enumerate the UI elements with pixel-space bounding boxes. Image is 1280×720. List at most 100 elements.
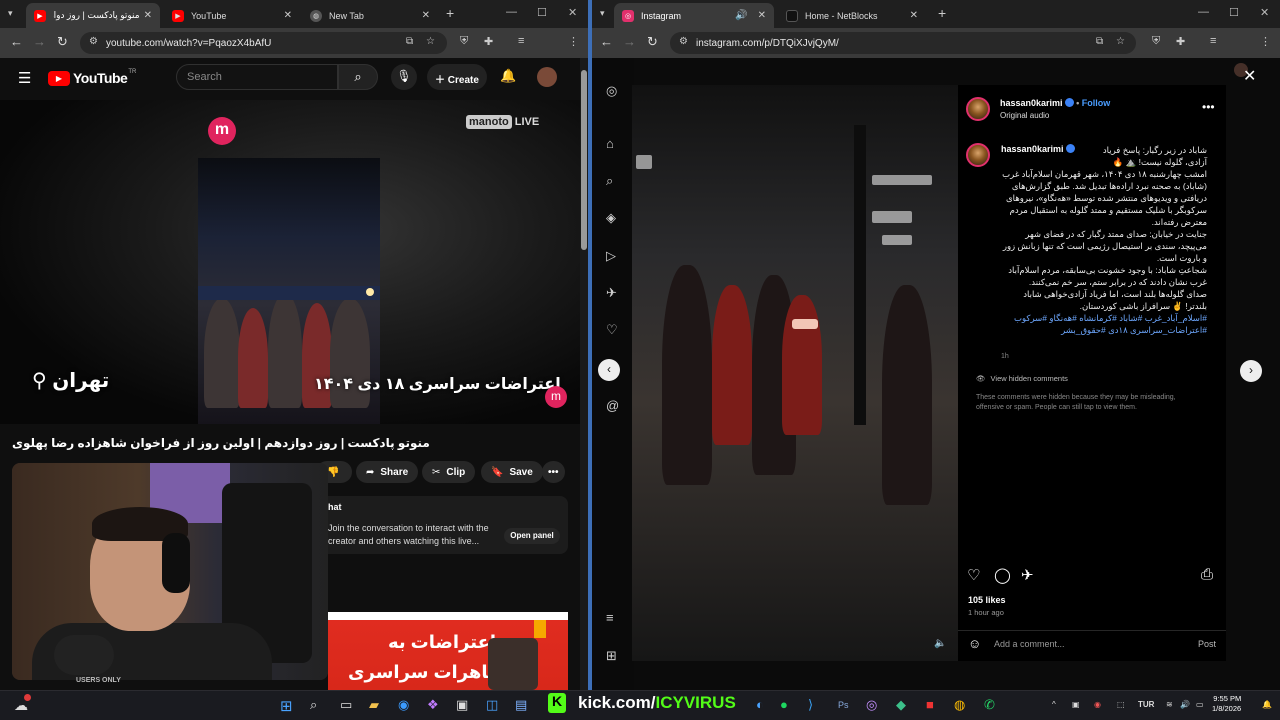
- file-explorer-icon[interactable]: ▰: [369, 697, 379, 713]
- minimize-icon[interactable]: —: [1198, 6, 1209, 18]
- maximize-icon[interactable]: ☐: [537, 6, 547, 19]
- voice-search-button[interactable]: 🎙: [391, 64, 417, 90]
- close-modal-icon[interactable]: ✕: [1243, 66, 1256, 86]
- close-tab-icon[interactable]: ✕: [284, 10, 292, 21]
- site-info-icon[interactable]: ⚙: [89, 36, 98, 47]
- tray-app-icon[interactable]: ▣: [1072, 700, 1080, 709]
- media-icon[interactable]: ≡: [1210, 35, 1216, 47]
- comment-input[interactable]: Add a comment...: [994, 639, 1065, 649]
- post-video[interactable]: [632, 85, 958, 661]
- address-bar[interactable]: ⚙ youtube.com/watch?v=PqaozX4bAfU ⧉ ☆: [80, 32, 447, 54]
- more-options-icon[interactable]: •••: [1202, 100, 1215, 114]
- obs-icon[interactable]: ◎: [866, 697, 877, 713]
- search-button[interactable]: ⌕: [338, 64, 378, 90]
- account-avatar[interactable]: [537, 67, 557, 87]
- more-menu-icon[interactable]: ⋮: [1260, 35, 1271, 48]
- like-heart-icon[interactable]: ♡: [967, 566, 980, 584]
- more-menu-icon[interactable]: ⋮: [568, 35, 579, 48]
- notification-center-icon[interactable]: 🔔: [1262, 700, 1272, 709]
- tab-menu-icon[interactable]: ▾: [8, 8, 13, 19]
- notifications-bell-icon[interactable]: 🔔: [500, 68, 516, 84]
- tray-app-icon[interactable]: ⬚: [1117, 700, 1125, 709]
- shield-icon[interactable]: ⛨: [1152, 35, 1160, 48]
- language-indicator[interactable]: TUR: [1138, 700, 1154, 709]
- caption-author-avatar[interactable]: [966, 143, 990, 167]
- spotify-icon[interactable]: ●: [780, 697, 788, 712]
- likes-count[interactable]: 105 likes: [968, 595, 1006, 605]
- reels-icon[interactable]: ▷: [606, 248, 616, 264]
- emoji-icon[interactable]: ☺: [968, 636, 981, 651]
- also-from-meta-icon[interactable]: ⊞: [606, 648, 617, 664]
- forward-icon[interactable]: →: [33, 34, 46, 49]
- close-window-icon[interactable]: ✕: [1260, 6, 1269, 19]
- cast-icon[interactable]: ⧉: [406, 36, 413, 47]
- page-scrollbar[interactable]: [580, 58, 588, 690]
- start-windows-icon[interactable]: ⊞: [280, 697, 293, 715]
- back-icon[interactable]: ←: [600, 34, 613, 49]
- save-bookmark-icon[interactable]: ⎙: [1201, 566, 1213, 583]
- taskbar-search-icon[interactable]: ⌕: [310, 697, 317, 713]
- edge-icon[interactable]: ◉: [398, 697, 409, 713]
- back-icon[interactable]: ←: [10, 34, 23, 49]
- copilot-icon[interactable]: ❖: [427, 697, 439, 713]
- chrome-icon[interactable]: ◍: [954, 697, 965, 713]
- more-actions-button[interactable]: •••: [542, 461, 565, 483]
- terminal-icon[interactable]: ▤: [515, 697, 527, 713]
- maximize-icon[interactable]: ☐: [1229, 6, 1239, 19]
- previous-post-arrow-icon[interactable]: ‹: [598, 359, 620, 381]
- menu-icon[interactable]: ≡: [606, 610, 614, 625]
- home-icon[interactable]: ⌂: [606, 136, 614, 151]
- tab-youtube[interactable]: ▶ YouTube ✕: [164, 3, 300, 28]
- photoshop-icon[interactable]: Ps: [838, 700, 849, 710]
- system-clock[interactable]: 9:55 PM 1/8/2026: [1212, 694, 1241, 714]
- cast-icon[interactable]: ⧉: [1096, 36, 1103, 47]
- reload-icon[interactable]: ↻: [647, 34, 658, 50]
- media-icon[interactable]: ≡: [518, 35, 524, 47]
- recommended-thumbnail[interactable]: اعتراضات به تظاهرات سراسری: [328, 612, 568, 690]
- task-view-icon[interactable]: ▭: [340, 697, 352, 713]
- instagram-logo-icon[interactable]: ◎: [606, 83, 617, 99]
- share-button[interactable]: ➦ Share: [356, 461, 419, 483]
- site-info-icon[interactable]: ⚙: [679, 36, 688, 47]
- youtube-logo[interactable]: ▶ YouTube TR: [48, 69, 136, 86]
- vscode-icon[interactable]: ⟩: [808, 697, 813, 713]
- store-icon[interactable]: ◫: [486, 697, 498, 713]
- app-icon[interactable]: ■: [926, 697, 934, 712]
- speaker-icon[interactable]: 🔊: [735, 10, 747, 21]
- close-window-icon[interactable]: ✕: [568, 6, 577, 19]
- reload-icon[interactable]: ↻: [57, 34, 68, 50]
- bookmark-star-icon[interactable]: ☆: [426, 36, 435, 47]
- close-tab-icon[interactable]: ✕: [144, 10, 152, 21]
- search-icon[interactable]: ⌕: [606, 173, 613, 189]
- new-tab-icon[interactable]: +: [446, 5, 454, 21]
- forward-icon[interactable]: →: [623, 34, 636, 49]
- search-input[interactable]: Search: [176, 64, 338, 90]
- tab-manoto[interactable]: ▶ منوتو پادکست | روز دوازد ✕: [26, 3, 160, 28]
- shield-icon[interactable]: ⛨: [460, 35, 468, 48]
- share-send-icon[interactable]: ✈: [1021, 566, 1034, 584]
- tab-new[interactable]: ◍ New Tab ✕: [302, 3, 438, 28]
- post-comment-button[interactable]: Post: [1198, 639, 1216, 649]
- next-post-arrow-icon[interactable]: ›: [1240, 360, 1262, 382]
- extensions-icon[interactable]: ✚: [484, 35, 493, 48]
- tray-app-icon[interactable]: ◉: [1094, 700, 1101, 709]
- bookmark-star-icon[interactable]: ☆: [1116, 36, 1125, 47]
- author-avatar[interactable]: [966, 97, 990, 121]
- video-sound-icon[interactable]: 🔈: [934, 638, 946, 649]
- tab-instagram[interactable]: ◎ Instagram 🔊 ✕: [614, 3, 774, 28]
- caption-hashtags[interactable]: #اسلام_آباد_غرب #شاباد #کرمانشاه #هه‌نگا…: [1001, 312, 1207, 336]
- close-tab-icon[interactable]: ✕: [910, 10, 918, 21]
- app-icon[interactable]: ▣: [456, 697, 468, 713]
- hamburger-menu-icon[interactable]: ☰: [18, 69, 31, 87]
- battery-icon[interactable]: ▭: [1196, 700, 1204, 709]
- comment-icon[interactable]: ◯: [994, 566, 1011, 584]
- extensions-icon[interactable]: ✚: [1176, 35, 1185, 48]
- tray-overflow-icon[interactable]: ^: [1052, 700, 1056, 709]
- threads-icon[interactable]: @: [606, 398, 619, 413]
- volume-icon[interactable]: 🔊: [1180, 700, 1190, 709]
- clip-button[interactable]: ✂ Clip: [422, 461, 476, 483]
- tab-netblocks[interactable]: Home - NetBlocks ✕: [778, 3, 926, 28]
- app-icon[interactable]: ◐: [756, 697, 764, 712]
- view-hidden-comments[interactable]: 👁 View hidden comments: [976, 374, 1068, 383]
- scrollbar-thumb[interactable]: [581, 70, 587, 250]
